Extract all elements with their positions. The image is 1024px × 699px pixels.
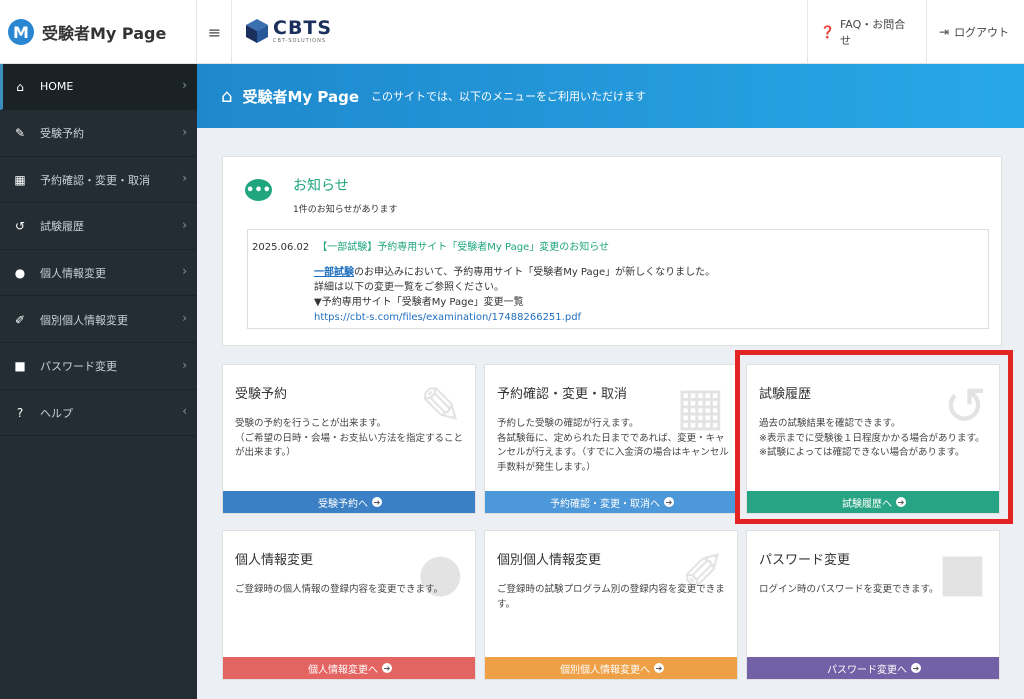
notice-title: お知らせ [293,178,349,194]
card-button-label: 受験予約へ [318,498,368,510]
cbts-word: CBTS [273,17,333,39]
card-title: 個別個人情報変更 [497,553,602,568]
cbts-cube-icon [246,19,268,43]
card-button-label: 予約確認・変更・取消へ [550,498,660,510]
news-item-header: 2025.06.02 【一部試験】予約専用サイト「受験者My Page」変更のお知… [252,238,988,253]
sidebar-item-label: 試験履歴 [40,220,84,234]
sidebar-item-6[interactable]: ■ パスワード変更 › [0,344,197,390]
brand-title: 受験者My Page [42,24,167,43]
card-button[interactable]: 個人情報変更へ ➔ [223,657,475,679]
card-button[interactable]: 個別個人情報変更へ ➔ [485,657,737,679]
chevron-icon: › [182,78,187,92]
card-description: ご登録時の個人情報の登録内容を変更できます。 [235,584,444,595]
news-line2: 詳細は以下の変更一覧をご参照ください。 [314,282,504,293]
menu-card-0: ✎ 受験予約 受験の予約を行うことが出来ます。 （ご希望の日時・会場・お支払い方法を… [222,364,476,514]
arrow-circle-icon: ➔ [654,663,664,673]
cbts-sub: CBT-SOLUTIONS [273,38,327,44]
notice-panel: ••• お知らせ 1件のお知らせがあります 2025.06.02 【一部試験】予約… [222,156,1002,346]
chevron-icon: › [182,171,187,186]
arrow-circle-icon: ➔ [664,497,674,507]
sidebar-item-5[interactable]: ✐ 個別個人情報変更 › [0,297,197,343]
card-button-label: 個人情報変更へ [308,664,378,676]
highlight-frame [735,350,1013,524]
card-description: 受験の予約を行うことが出来ます。 （ご希望の日時・会場・お支払い方法を指定するこ… [235,418,464,458]
arrow-circle-icon: ➔ [382,663,392,673]
question-circle-icon: ❓ [820,25,835,39]
menu-toggle-button[interactable]: ≡ [198,0,232,64]
card-button-label: パスワード変更へ [827,664,907,676]
card-button[interactable]: 予約確認・変更・取消へ ➔ [485,491,737,513]
menu-card-5: ■ パスワード変更 ログイン時のパスワードを変更できます。 パスワード変更へ ➔ [746,530,1000,680]
faq-label: FAQ・お問合せ [839,18,906,47]
arrow-circle-icon: ➔ [372,497,382,507]
news-line3: ▼予約専用サイト「受験者My Page」変更一覧 [314,297,524,308]
card-title: パスワード変更 [759,553,851,568]
chevron-icon: › [182,264,187,279]
news-title[interactable]: 【一部試験】予約専用サイト「受験者My Page」変更のお知らせ [317,242,609,253]
home-icon: ⌂ [16,79,24,94]
calendar-icon: ▦ [14,172,26,187]
user-icon: ● [14,265,26,280]
cbts-wordmark: CBTS CBT-SOLUTIONS [273,18,332,44]
page-title: 受験者My Page [242,87,359,106]
page-banner: ⌂ 受験者My Page このサイトでは、以下のメニューをご利用いただけます [197,64,1024,128]
news-exam-link[interactable]: 一部試験 [314,267,354,278]
logout-icon: ⇥ [939,25,950,39]
question-icon: ? [16,405,24,420]
pencil-icon: ✎ [14,126,26,141]
sidebar-item-7[interactable]: ? ヘルプ ‹ [0,390,197,437]
chevron-icon: › [182,357,187,372]
card-button[interactable]: 受験予約へ ➔ [223,491,475,513]
sidebar-item-label: HOME [40,80,74,93]
top-header: M 受験者My Page ≡ CBTS CBT-SOLUTIONS ❓ FAQ・… [0,0,1024,64]
brand-logo-icon: M [8,19,34,45]
sidebar-item-label: 個人情報変更 [40,266,106,280]
news-url-link[interactable]: https://cbt-s.com/files/examination/1748… [314,310,988,325]
sidebar: ⌂ HOME › ✎ 受験予約 › ▦ 予約確認・変更・取消 › ↺ 試験履歴 › ● 個人情報変更 › ✐ 個… [0,64,197,699]
cbts-logo: CBTS CBT-SOLUTIONS [244,18,332,44]
arrow-circle-icon: ➔ [911,663,921,673]
lock-icon: ■ [14,359,26,374]
faq-link[interactable]: ❓ FAQ・お問合せ [807,0,926,64]
notice-list[interactable]: 2025.06.02 【一部試験】予約専用サイト「受験者My Page」変更のお知… [247,229,989,329]
sidebar-item-label: 予約確認・変更・取消 [40,173,150,187]
notice-count: 1件のお知らせがあります [293,205,398,215]
card-description: 予約した受験の確認が行えます。 各試験毎に、定められた日までであれば、変更・キャ… [497,418,729,473]
news-date: 2025.06.02 [252,242,310,253]
card-button[interactable]: パスワード変更へ ➔ [747,657,999,679]
wrench-icon: ✐ [14,312,26,327]
menu-card-3: ● 個人情報変更 ご登録時の個人情報の登録内容を変更できます。 個人情報変更へ ➔ [222,530,476,680]
menu-card-4: ✐ 個別個人情報変更 ご登録時の試験プログラム別の登録内容を変更できます。 個別個人情… [484,530,738,680]
history-icon: ↺ [14,219,26,234]
sidebar-item-0[interactable]: ⌂ HOME › [0,64,197,110]
sidebar-item-label: 受験予約 [40,127,84,141]
sidebar-item-2[interactable]: ▦ 予約確認・変更・取消 › [0,157,197,204]
logout-link[interactable]: ⇥ ログアウト [926,0,1024,64]
news-body: 一部試験のお申込みにおいて、予約専用サイト「受験者My Page」が新しくなりま… [314,265,988,325]
logout-label: ログアウト [954,26,1010,39]
home-icon: ⌂ [221,85,233,107]
page-subtitle: このサイトでは、以下のメニューをご利用いただけます [371,90,646,103]
chevron-icon: › [182,311,187,325]
chat-bubble-icon: ••• [245,179,272,201]
menu-card-1: ▦ 予約確認・変更・取消 予約した受験の確認が行えます。 各試験毎に、定められた日ま… [484,364,738,514]
brand[interactable]: M 受験者My Page [0,0,197,64]
card-description: ログイン時のパスワードを変更できます。 [759,584,939,595]
sidebar-item-3[interactable]: ↺ 試験履歴 › [0,204,197,250]
news-line1: のお申込みにおいて、予約専用サイト「受験者My Page」が新しくなりました。 [354,267,716,278]
sidebar-item-4[interactable]: ● 個人情報変更 › [0,250,197,297]
card-description: ご登録時の試験プログラム別の登録内容を変更できます。 [497,584,725,610]
sidebar-item-label: 個別個人情報変更 [40,313,128,327]
chevron-icon: › [182,124,187,139]
card-title: 受験予約 [235,387,288,402]
sidebar-item-1[interactable]: ✎ 受験予約 › [0,111,197,157]
card-title: 予約確認・変更・取消 [497,387,628,402]
card-button-label: 個別個人情報変更へ [560,664,650,676]
chevron-icon: › [182,217,187,232]
sidebar-item-label: パスワード変更 [40,360,117,374]
sidebar-item-label: ヘルプ [40,406,73,420]
chevron-icon: ‹ [182,404,187,419]
card-title: 個人情報変更 [235,553,314,568]
